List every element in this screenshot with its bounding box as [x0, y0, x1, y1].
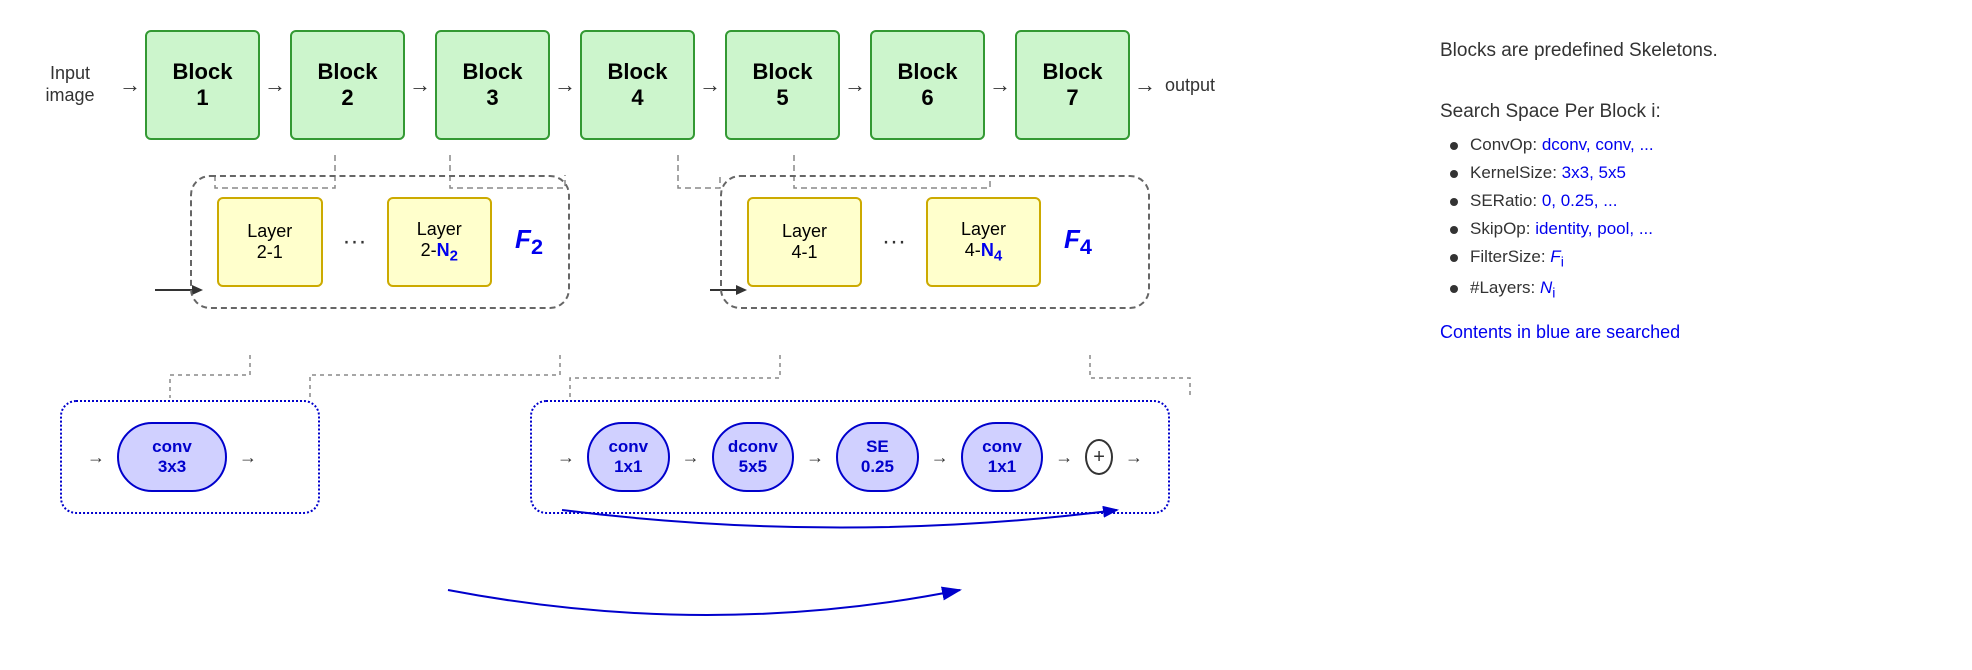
arrow-5: →: [844, 72, 866, 98]
f2-label: F2: [515, 224, 543, 260]
block-5: Block 5: [725, 30, 840, 140]
oval-conv-1x1-a: conv 1x1: [587, 422, 670, 492]
arrow-7: →: [1134, 72, 1156, 98]
bullet-filtersize: FilterSize: Fi: [1450, 247, 1970, 270]
bullet-layers: #Layers: Ni: [1450, 278, 1970, 301]
expand-container: Layer 2-1 ··· Layer 2-N2 F2 Layer 4-1 ··…: [190, 175, 1350, 309]
bullet-dot-1: [1450, 142, 1458, 150]
arrow-0: →: [119, 72, 141, 98]
dots-left: ···: [343, 228, 367, 256]
bottom-container: → conv 3x3 → → conv 1x1 → dconv 5x5: [60, 400, 1170, 514]
block-7: Block 7: [1015, 30, 1130, 140]
bullet-kernelsize: KernelSize: 3x3, 5x5: [1450, 163, 1970, 183]
bullet-skipop: SkipOp: identity, pool, ...: [1450, 219, 1970, 239]
bullet-dot-4: [1450, 226, 1458, 234]
output-label: output: [1165, 75, 1215, 96]
arrow-6: →: [989, 72, 1011, 98]
main-container: Inputimage → Block 1 → Block 2 → Block 3…: [0, 0, 1972, 650]
right-panel: Blocks are predefined Skeletons. Search …: [1410, 20, 1972, 363]
oval-conv-1x1-b: conv 1x1: [961, 422, 1044, 492]
bullet-dot-6: [1450, 285, 1458, 293]
bullet-dot-3: [1450, 198, 1458, 206]
oval-dconv-5x5: dconv 5x5: [712, 422, 795, 492]
oval-se-025: SE 0.25: [836, 422, 919, 492]
expand-box-left: Layer 2-1 ··· Layer 2-N2 F2: [190, 175, 570, 309]
panel-subtitle: Search Space Per Block i:: [1440, 101, 1970, 123]
block-1: Block 1: [145, 30, 260, 140]
bullet-list: ConvOp: dconv, conv, ... KernelSize: 3x3…: [1440, 135, 1970, 302]
bullet-dot-5: [1450, 254, 1458, 262]
arrow-out-bl: →: [239, 447, 257, 468]
panel-title: Blocks are predefined Skeletons.: [1440, 40, 1970, 62]
skip-connection-svg: [562, 505, 1134, 540]
arrow-br-3: →: [931, 447, 949, 468]
arrow-br-5: →: [1125, 447, 1143, 468]
searched-note: Contents in blue are searched: [1440, 322, 1970, 343]
layer-2-n2: Layer 2-N2: [387, 197, 493, 287]
expand-box-right: Layer 4-1 ··· Layer 4-N4 F4: [720, 175, 1150, 309]
oval-conv-3x3: conv 3x3: [117, 422, 227, 492]
block-6: Block 6: [870, 30, 985, 140]
bottom-left-box: → conv 3x3 →: [60, 400, 320, 514]
diagram-area: Inputimage → Block 1 → Block 2 → Block 3…: [30, 20, 1410, 630]
bottom-right-box: → conv 1x1 → dconv 5x5 → SE 0.25 → conv: [530, 400, 1170, 514]
block-3: Block 3: [435, 30, 550, 140]
block-4: Block 4: [580, 30, 695, 140]
dots-right: ···: [882, 228, 906, 256]
arrow-into-bl: →: [87, 447, 105, 468]
arrow-br-4: →: [1055, 447, 1073, 468]
arrow-into-br: →: [557, 447, 575, 468]
bullet-convop: ConvOp: dconv, conv, ...: [1450, 135, 1970, 155]
input-label: Inputimage: [30, 63, 110, 106]
arrow-3: →: [554, 72, 576, 98]
plus-circle: +: [1085, 439, 1113, 475]
arrow-1: →: [264, 72, 286, 98]
arrow-2: →: [409, 72, 431, 98]
block-2: Block 2: [290, 30, 405, 140]
layer-2-1: Layer 2-1: [217, 197, 323, 287]
layer-4-n4: Layer 4-N4: [926, 197, 1041, 287]
arrow-br-1: →: [682, 447, 700, 468]
arrow-br-2: →: [806, 447, 824, 468]
bullet-dot-2: [1450, 170, 1458, 178]
bullet-seratio: SERatio: 0, 0.25, ...: [1450, 191, 1970, 211]
layer-4-1: Layer 4-1: [747, 197, 862, 287]
top-row: Inputimage → Block 1 → Block 2 → Block 3…: [30, 30, 1370, 140]
f4-label: F4: [1064, 224, 1092, 260]
arrow-4: →: [699, 72, 721, 98]
